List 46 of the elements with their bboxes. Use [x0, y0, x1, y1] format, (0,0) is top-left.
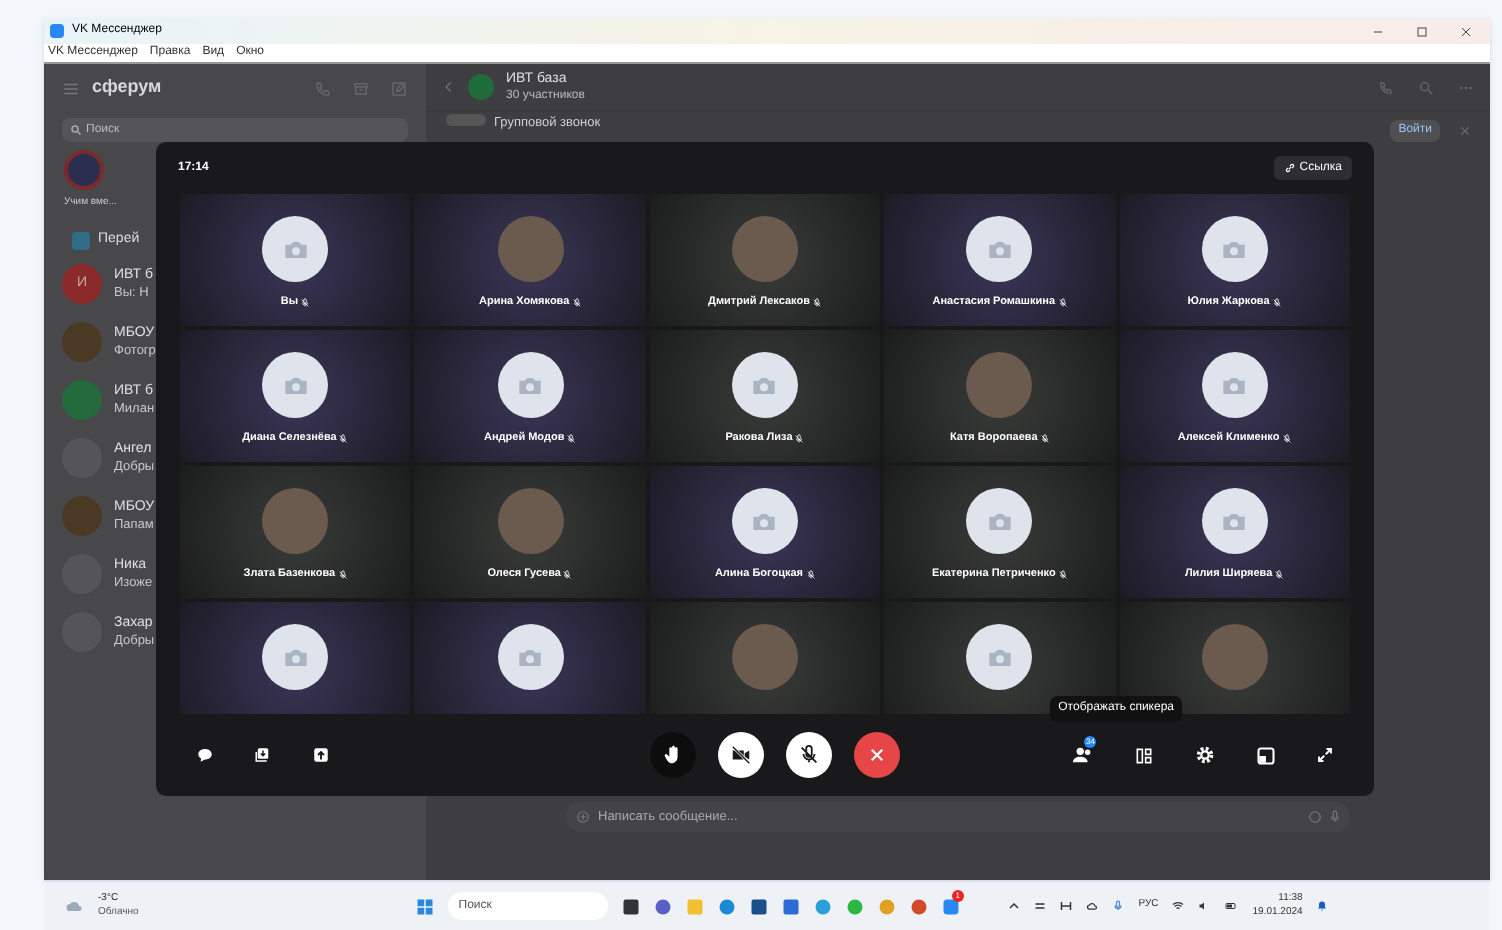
- tray-app-icon[interactable]: [1060, 900, 1073, 912]
- cloud-icon: [64, 896, 84, 916]
- picture-in-picture-icon[interactable]: [1256, 745, 1276, 765]
- chat-avatar: [62, 322, 102, 362]
- close-icon[interactable]: [1460, 25, 1472, 37]
- chat-avatar: [62, 496, 102, 536]
- app-logo: сферум: [92, 74, 162, 101]
- maximize-icon[interactable]: [1416, 25, 1428, 37]
- cloud-outline-icon[interactable]: [1086, 900, 1099, 912]
- upload-icon[interactable]: [312, 746, 330, 764]
- messenger-icon[interactable]: [942, 897, 961, 915]
- group-avatar: [468, 74, 494, 100]
- chat-avatar: [62, 380, 102, 420]
- minimize-icon[interactable]: [1372, 25, 1384, 37]
- chevron-up-icon[interactable]: [1008, 900, 1021, 912]
- screen-share-icon[interactable]: [254, 746, 272, 764]
- hand-icon: [661, 744, 683, 766]
- chat-bubble-icon[interactable]: [196, 746, 214, 764]
- search-icon: [70, 124, 82, 136]
- layout-grid-icon[interactable]: [1134, 745, 1154, 765]
- photo-placeholder: [731, 216, 798, 282]
- photo-placeholder: [1201, 624, 1268, 690]
- notification-bell-icon[interactable]: [1316, 900, 1329, 912]
- photo-placeholder: [497, 216, 564, 282]
- end-call-button[interactable]: [853, 732, 899, 778]
- photo-placeholder: [497, 488, 564, 554]
- windows-start-icon[interactable]: [416, 897, 435, 915]
- camera-off-icon: [729, 744, 751, 766]
- close-icon: [867, 746, 885, 764]
- photo-placeholder: [731, 624, 798, 690]
- microphone-off-icon: [797, 744, 819, 766]
- photo-placeholder: [966, 352, 1033, 418]
- camera-toggle-button[interactable]: [717, 732, 763, 778]
- add-icon: [576, 810, 590, 824]
- microphone-icon[interactable]: [1112, 900, 1125, 912]
- settings-icon[interactable]: [1194, 744, 1216, 766]
- wifi-icon[interactable]: [1172, 900, 1185, 912]
- microphone-toggle-button[interactable]: [785, 732, 831, 778]
- raise-hand-button[interactable]: [649, 732, 695, 778]
- fullscreen-icon[interactable]: [1316, 746, 1334, 764]
- app-icon: [50, 24, 64, 38]
- promo-icon: [72, 232, 90, 250]
- link-icon: [1283, 162, 1296, 174]
- photo-placeholder: [262, 488, 329, 554]
- participants-icon[interactable]: [1072, 744, 1094, 766]
- battery-icon[interactable]: [1224, 900, 1239, 912]
